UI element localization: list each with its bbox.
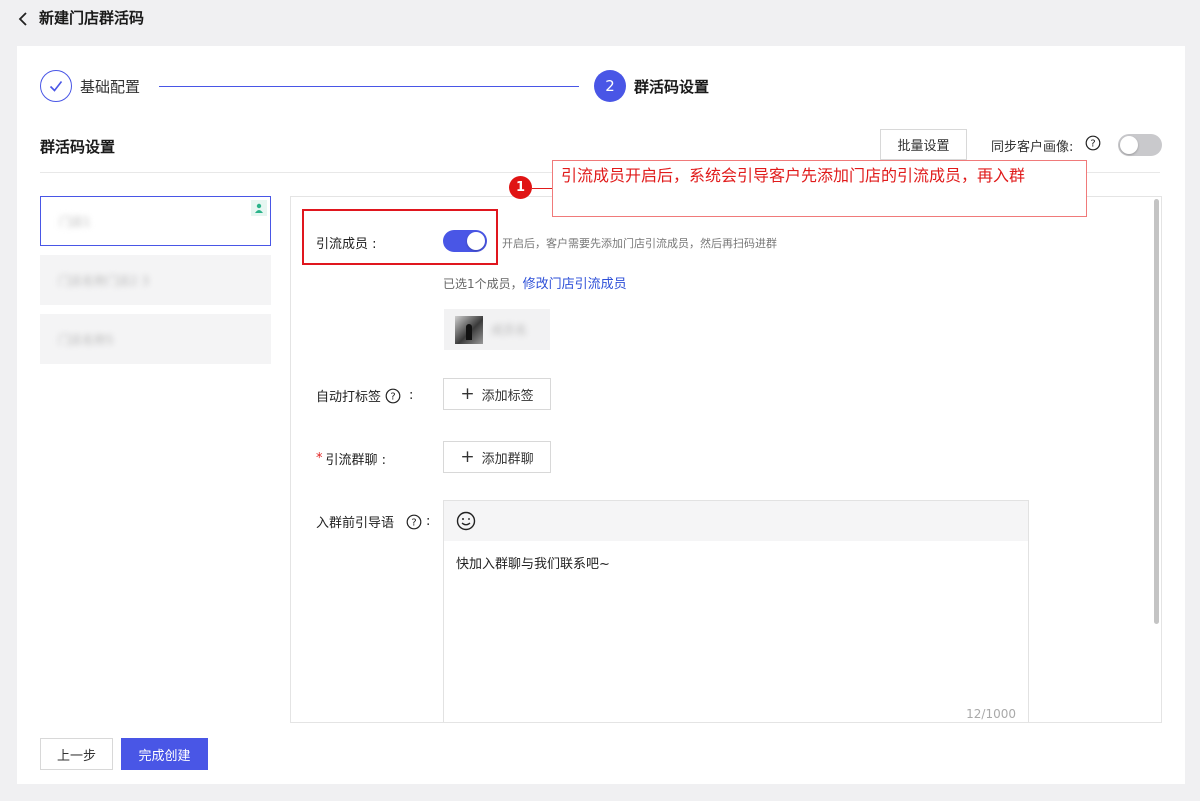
svg-text:?: ? xyxy=(390,391,395,402)
annotation-number-badge: 1 xyxy=(509,176,532,199)
batch-settings-button[interactable]: 批量设置 xyxy=(880,129,967,160)
label-colon: : xyxy=(409,388,414,403)
add-group-chat-button[interactable]: + 添加群聊 xyxy=(443,441,551,473)
emoji-icon[interactable] xyxy=(456,511,476,531)
avatar xyxy=(455,315,483,344)
step-group-code-settings: 2 群活码设置 xyxy=(594,70,709,102)
previous-step-button[interactable]: 上一步 xyxy=(40,738,113,770)
guide-text-label-row: 入群前引导语 ? : xyxy=(316,512,430,531)
person-icon xyxy=(251,200,267,216)
store-name: 门店名称门店2 3 xyxy=(58,273,150,288)
panel-scrollbar[interactable] xyxy=(1154,199,1159,624)
check-icon xyxy=(49,81,63,92)
add-tag-label: 添加标签 xyxy=(481,388,534,404)
annotation-highlight-box xyxy=(302,209,498,265)
step-basic-config: 基础配置 xyxy=(40,70,140,102)
annotation-connector xyxy=(532,188,553,189)
store-list: 门店1 门店名称门店2 3 门店名称5 xyxy=(40,196,271,373)
modify-lead-member-link[interactable]: 修改门店引流成员 xyxy=(523,277,627,292)
page-title: 新建门店群活码 xyxy=(39,9,145,27)
lead-group-label-row: * 引流群聊 : xyxy=(316,449,386,468)
help-icon[interactable]: ? xyxy=(1085,135,1101,151)
lead-group-label: 引流群聊 : xyxy=(325,453,387,468)
step-connector xyxy=(159,86,579,87)
plus-icon: + xyxy=(460,446,475,467)
svg-text:?: ? xyxy=(411,517,416,528)
auto-tag-label: 自动打标签 xyxy=(316,390,382,405)
settings-panel: 引流成员 : 开启后，客户需要先添加门店引流成员，然后再扫码进群 已选1个成员，… xyxy=(290,196,1162,723)
editor-toolbar xyxy=(444,501,1028,541)
selected-member-info: 已选1个成员，修改门店引流成员 xyxy=(443,273,627,292)
toggle-knob xyxy=(1120,136,1138,154)
back-arrow-icon[interactable] xyxy=(17,11,31,27)
main-card: 基础配置 2 群活码设置 群活码设置 批量设置 同步客户画像: ? 门店1 门店… xyxy=(17,46,1185,784)
sync-customer-profile-label: 同步客户画像: xyxy=(991,140,1074,155)
add-tag-button[interactable]: + 添加标签 xyxy=(443,378,551,410)
char-counter: 12/1000 xyxy=(966,707,1016,721)
section-title: 群活码设置 xyxy=(40,138,116,156)
step-2-label: 群活码设置 xyxy=(634,77,710,96)
store-name: 门店1 xyxy=(59,214,91,229)
help-icon[interactable]: ? xyxy=(406,514,422,530)
guide-text-content[interactable]: 快加入群聊与我们联系吧~ xyxy=(444,541,1028,584)
top-bar: 新建门店群活码 xyxy=(0,0,1200,46)
store-item-3[interactable]: 门店名称5 xyxy=(40,314,271,364)
store-name: 门店名称5 xyxy=(58,332,114,347)
required-marker: * xyxy=(316,451,323,466)
step-number-circle: 2 xyxy=(594,70,626,102)
guide-text-label: 入群前引导语 xyxy=(316,516,395,531)
member-card: 成员名 xyxy=(444,309,550,350)
plus-icon: + xyxy=(460,383,475,404)
label-colon: : xyxy=(426,514,431,529)
lead-member-hint: 开启后，客户需要先添加门店引流成员，然后再扫码进群 xyxy=(502,237,777,250)
finish-create-button[interactable]: 完成创建 xyxy=(121,738,208,770)
add-group-chat-label: 添加群聊 xyxy=(481,451,534,467)
step-1-label: 基础配置 xyxy=(80,77,141,96)
store-item-2[interactable]: 门店名称门店2 3 xyxy=(40,255,271,305)
svg-text:?: ? xyxy=(1090,139,1095,150)
auto-tag-label-row: 自动打标签 ? : xyxy=(316,386,413,405)
help-icon[interactable]: ? xyxy=(385,388,401,404)
store-item-1[interactable]: 门店1 xyxy=(40,196,271,246)
step-done-circle xyxy=(40,70,72,102)
annotation-callout: 引流成员开启后，系统会引导客户先添加门店的引流成员，再入群 xyxy=(552,160,1087,217)
sync-profile-toggle[interactable] xyxy=(1118,134,1162,156)
guide-text-editor: 快加入群聊与我们联系吧~ 12/1000 xyxy=(443,500,1029,722)
member-name: 成员名 xyxy=(491,323,528,337)
selected-count-text: 已选1个成员， xyxy=(443,277,523,291)
